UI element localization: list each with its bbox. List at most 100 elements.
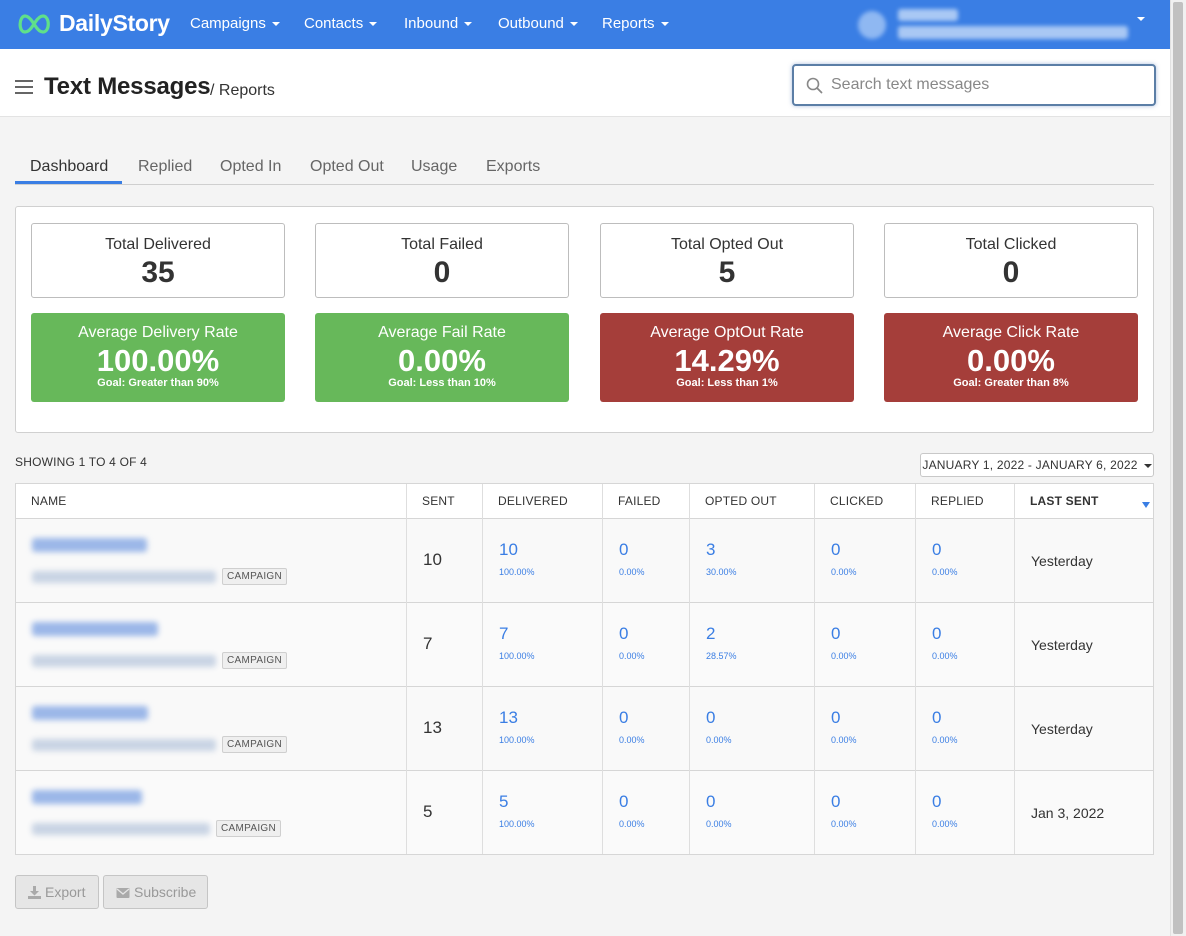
delivered-value[interactable]: 13 [499,708,518,728]
column-header-name[interactable]: NAME [16,484,66,519]
failed-value[interactable]: 0 [619,624,628,644]
failed-value[interactable]: 0 [619,792,628,812]
opted-out-percent: 30.00% [706,567,737,577]
export-button[interactable]: Export [15,875,99,909]
subscribe-button[interactable]: Subscribe [103,875,208,909]
row-divider [16,518,1153,519]
clicked-value[interactable]: 0 [831,540,840,560]
opted-out-value[interactable]: 0 [706,708,715,728]
column-header-delivered[interactable]: DELIVERED [483,484,568,519]
campaign-meta: CAMPAIGN [32,820,281,838]
nav-outbound[interactable]: Outbound [498,15,578,32]
column-divider [689,484,690,854]
stat-label: Total Clicked [965,236,1057,253]
tab-opted-in[interactable]: Opted In [220,158,281,176]
nav-campaigns[interactable]: Campaigns [190,15,280,32]
hamburger-menu-icon[interactable] [15,80,33,94]
row-divider [16,686,1153,687]
delivered-percent: 100.00% [499,651,535,661]
download-icon [28,886,41,899]
table-row[interactable] [16,519,1153,602]
date-range-label: JANUARY 1, 2022 - JANUARY 6, 2022 [922,458,1138,472]
stat-value: 35 [141,256,175,289]
tab-replied[interactable]: Replied [138,158,192,176]
clicked-value[interactable]: 0 [831,624,840,644]
stats-panel: Total Delivered 35 Total Failed 0 Total … [15,206,1154,433]
date-range-picker[interactable]: JANUARY 1, 2022 - JANUARY 6, 2022 [920,453,1154,477]
column-divider [814,484,815,854]
rate-goal: Goal: Greater than 8% [953,377,1069,389]
campaign-name-redacted[interactable] [32,538,147,552]
clicked-percent: 0.00% [831,735,857,745]
rate-average-delivery: Average Delivery Rate 100.00% Goal: Grea… [31,313,285,402]
user-menu[interactable] [850,6,1150,44]
rate-average-click: Average Click Rate 0.00% Goal: Greater t… [884,313,1138,402]
campaign-name-redacted[interactable] [32,790,142,804]
table-row[interactable] [16,687,1153,770]
opted-out-value[interactable]: 0 [706,792,715,812]
replied-value[interactable]: 0 [932,708,941,728]
replied-value[interactable]: 0 [932,792,941,812]
tab-dashboard[interactable]: Dashboard [30,158,108,176]
delivered-percent: 100.00% [499,567,535,577]
subscribe-label: Subscribe [134,884,197,900]
brand-logo[interactable]: DailyStory [15,10,170,37]
clicked-value[interactable]: 0 [831,792,840,812]
sent-value: 13 [423,718,442,737]
nav-reports[interactable]: Reports [602,15,669,32]
failed-value[interactable]: 0 [619,708,628,728]
rate-value: 0.00% [398,343,486,378]
delivered-value[interactable]: 5 [499,792,508,812]
nav-inbound-label: Inbound [404,15,459,32]
nav-reports-label: Reports [602,15,655,32]
search-input[interactable] [831,74,1141,96]
rate-goal: Goal: Less than 10% [388,377,496,389]
table-row[interactable] [16,603,1153,686]
showing-count: SHOWING 1 TO 4 OF 4 [15,455,148,469]
rate-label: Average Click Rate [942,324,1080,341]
failed-percent: 0.00% [619,651,645,661]
scrollbar-thumb[interactable] [1173,2,1183,934]
top-navbar: DailyStory Campaigns Contacts Inbound Ou… [0,0,1170,49]
column-header-failed[interactable]: FAILED [603,484,661,519]
stat-value: 0 [1002,256,1020,289]
delivered-value[interactable]: 10 [499,540,518,560]
replied-value[interactable]: 0 [932,624,941,644]
campaign-name-redacted[interactable] [32,706,148,720]
user-name-redacted [898,9,958,21]
replied-percent: 0.00% [932,567,958,577]
column-header-replied[interactable]: REPLIED [916,484,984,519]
column-header-opted-out[interactable]: OPTED OUT [690,484,777,519]
replied-percent: 0.00% [932,735,958,745]
column-header-clicked[interactable]: CLICKED [815,484,883,519]
nav-inbound[interactable]: Inbound [404,15,473,32]
sent-value: 5 [423,802,433,821]
nav-outbound-label: Outbound [498,15,564,32]
search-box[interactable] [792,64,1156,106]
table-row[interactable] [16,771,1153,854]
breadcrumb: / Reports [210,82,275,99]
tab-exports[interactable]: Exports [486,158,540,176]
clicked-percent: 0.00% [831,651,857,661]
failed-percent: 0.00% [619,567,645,577]
nav-contacts[interactable]: Contacts [304,15,378,32]
nav-campaigns-label: Campaigns [190,15,266,32]
campaign-badge: CAMPAIGN [222,568,287,586]
column-header-sent[interactable]: SENT [407,484,455,519]
last-sent-value: Yesterday [1031,553,1093,569]
page-header: Text Messages / Reports [0,49,1170,117]
opted-out-value[interactable]: 3 [706,540,715,560]
tab-usage[interactable]: Usage [411,158,457,176]
failed-value[interactable]: 0 [619,540,628,560]
column-header-last-sent[interactable]: LAST SENT [1015,484,1098,519]
campaign-badge: CAMPAIGN [222,652,287,670]
tab-opted-out[interactable]: Opted Out [310,158,384,176]
opted-out-value[interactable]: 2 [706,624,715,644]
sort-descending-icon[interactable] [1142,502,1150,508]
replied-value[interactable]: 0 [932,540,941,560]
campaign-name-redacted[interactable] [32,622,158,636]
caret-down-icon [569,22,578,27]
clicked-value[interactable]: 0 [831,708,840,728]
rate-value: 100.00% [96,343,220,378]
delivered-value[interactable]: 7 [499,624,508,644]
